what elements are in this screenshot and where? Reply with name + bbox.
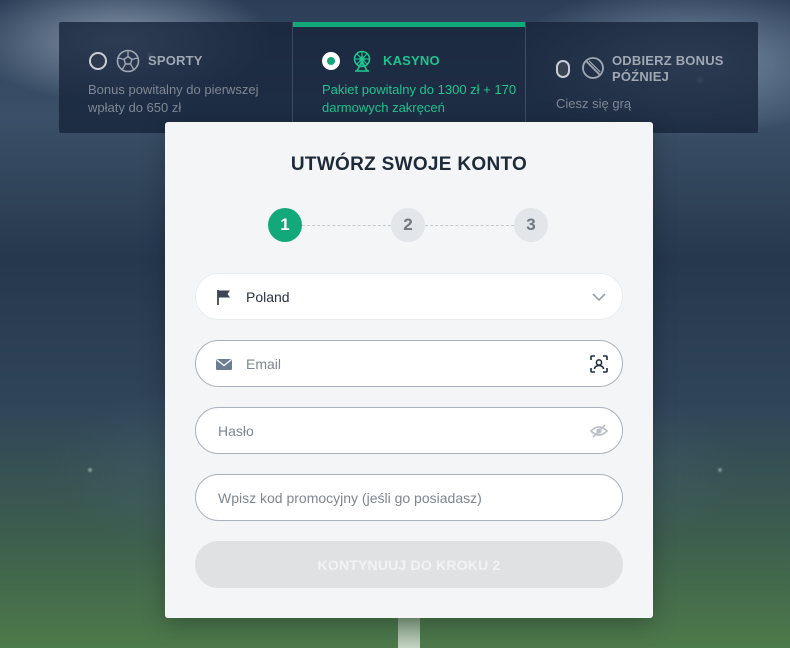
bonus-title-sports: SPORTY <box>148 53 203 68</box>
bonus-selected-indicator <box>293 22 525 27</box>
eye-slash-icon[interactable] <box>589 421 609 441</box>
country-value: Poland <box>246 289 290 305</box>
bonus-title-casino: KASYNO <box>383 53 440 68</box>
password-field[interactable] <box>195 407 623 454</box>
promo-code-input[interactable] <box>218 475 608 520</box>
bonus-desc-sports: Bonus powitalny do pierwszej wpłaty do 6… <box>88 82 259 115</box>
flag-icon <box>217 290 230 305</box>
step-1-indicator: 1 <box>268 208 302 242</box>
radio-sports[interactable] <box>89 52 107 70</box>
step-2-indicator: 2 <box>391 208 425 242</box>
password-input[interactable] <box>218 408 578 453</box>
email-field[interactable] <box>195 340 623 387</box>
continue-button[interactable]: KONTYNUUJ DO KROKU 2 <box>195 541 623 588</box>
email-input[interactable] <box>246 341 576 386</box>
envelope-icon <box>216 358 232 370</box>
step-3-indicator: 3 <box>514 208 548 242</box>
registration-card: UTWÓRZ SWOJE KONTO 1 2 3 Poland Email Wp… <box>165 122 653 618</box>
bonus-desc-later: Ciesz się grą <box>556 96 632 111</box>
bonus-option-later[interactable]: ODBIERZ BONUS PÓŹNIEJ Ciesz się grą <box>525 22 758 133</box>
bonus-option-casino[interactable]: KASYNO Pakiet powitalny do 1300 zł + 170… <box>292 22 525 133</box>
bonus-option-sports[interactable]: SPORTY Bonus powitalny do pierwszej wpła… <box>59 22 292 133</box>
radio-later[interactable] <box>556 60 570 78</box>
promo-code-field[interactable] <box>195 474 623 521</box>
bonus-desc-casino: Pakiet powitalny do 1300 zł + 170 darmow… <box>322 82 517 115</box>
country-select[interactable]: Poland <box>195 273 623 320</box>
page-title: UTWÓRZ SWOJE KONTO <box>290 154 528 175</box>
radio-casino[interactable] <box>322 52 340 70</box>
step-connector <box>425 225 514 226</box>
no-bonus-icon <box>582 57 604 79</box>
soccer-ball-icon <box>116 49 140 73</box>
bonus-selector: SPORTY Bonus powitalny do pierwszej wpła… <box>59 22 758 133</box>
ferris-wheel-icon <box>353 50 371 72</box>
step-connector <box>302 225 391 226</box>
scan-face-icon[interactable] <box>589 354 609 374</box>
bonus-title-later: ODBIERZ BONUS PÓŹNIEJ <box>612 53 724 84</box>
chevron-down-icon <box>592 293 606 302</box>
